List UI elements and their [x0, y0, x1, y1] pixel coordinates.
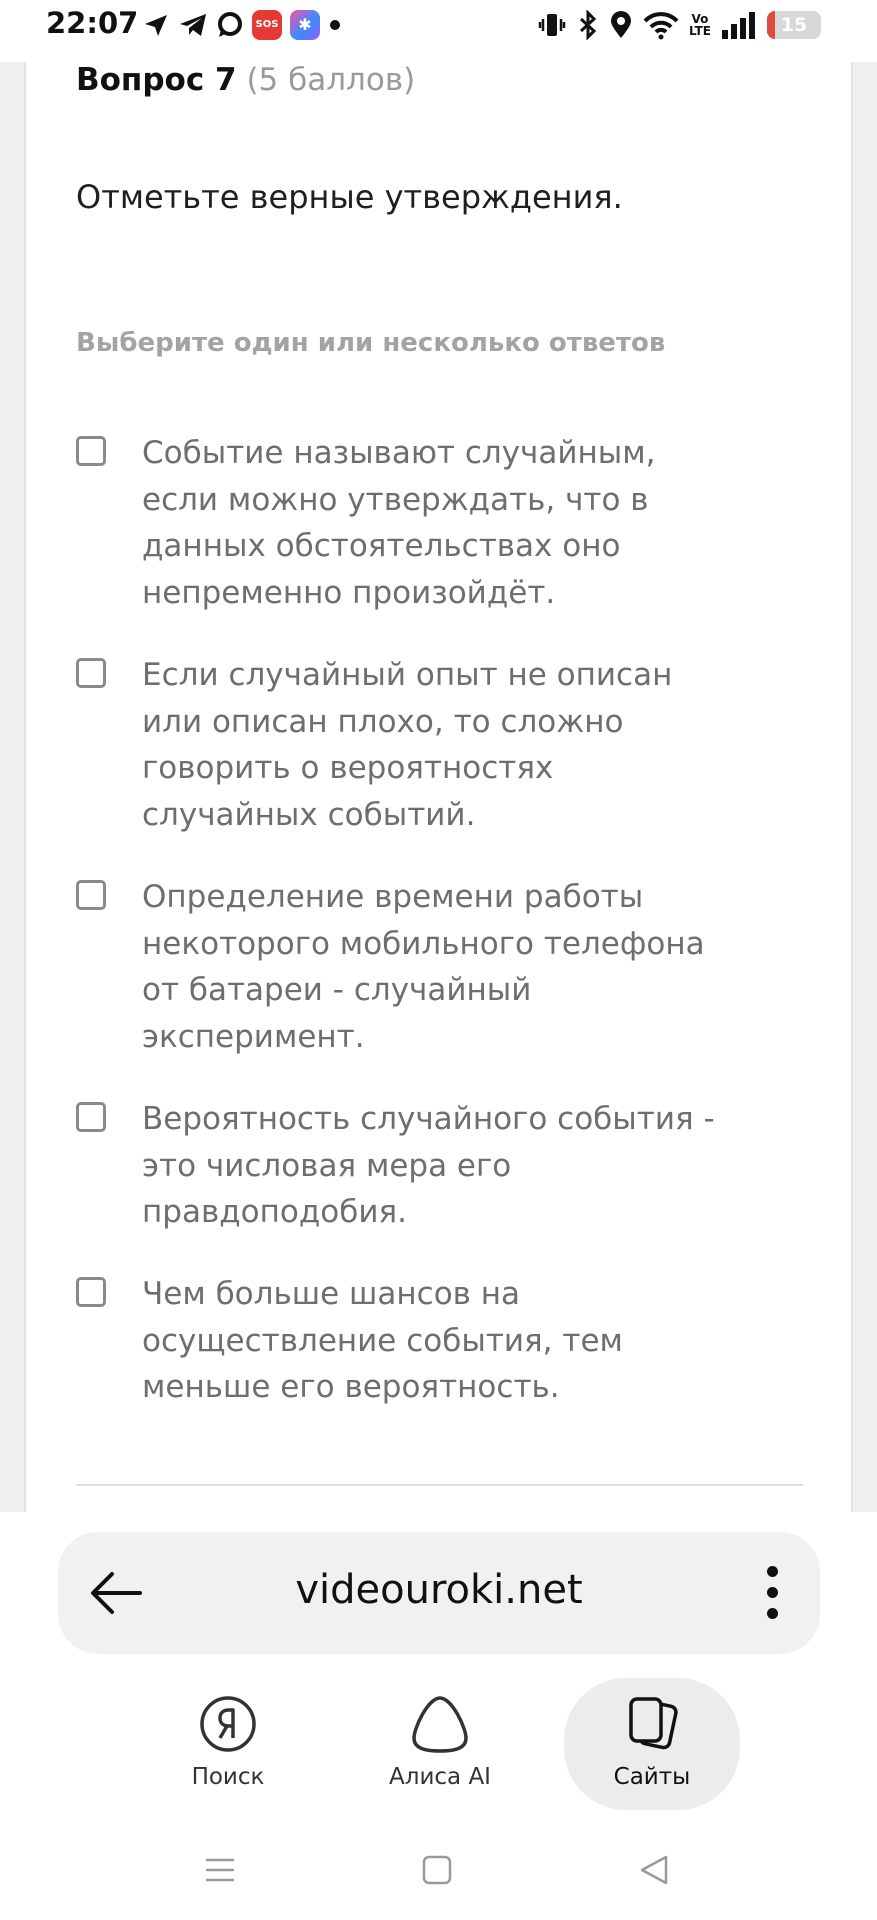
answer-option-label: Чем больше шансов на осуществление событ… — [142, 1276, 623, 1405]
signal-icon — [721, 10, 757, 40]
volte-label-bottom: LTE — [688, 24, 711, 38]
tab-alice[interactable]: Алиса AI — [352, 1678, 528, 1810]
alice-icon — [410, 1694, 470, 1754]
tab-label: Сайты — [613, 1764, 691, 1790]
yandex-search-icon — [198, 1694, 258, 1754]
answer-option-2[interactable]: Если случайный опыт не описан или описан… — [76, 652, 796, 838]
question-text: Отметьте верные утверждения. — [76, 178, 623, 216]
question-points: (5 баллов) — [246, 62, 416, 98]
answer-instruction: Выберите один или несколько ответов — [76, 328, 666, 358]
battery-icon: 15 — [767, 11, 821, 39]
telegram-icon — [178, 11, 208, 39]
answer-checkbox[interactable] — [76, 658, 106, 688]
answer-checkbox[interactable] — [76, 1102, 106, 1132]
browser-nav-tabs: Поиск Алиса AI Сайты — [0, 1678, 877, 1818]
more-vertical-icon[interactable] — [764, 1566, 780, 1620]
menu-lines-icon[interactable] — [204, 1854, 236, 1890]
vibrate-icon — [537, 10, 567, 40]
question-title: Вопрос 7 (5 баллов) — [76, 62, 415, 98]
card-divider — [76, 1484, 803, 1486]
status-notification-icons: SOS ✱ — [142, 8, 342, 42]
navigation-arrow-icon — [142, 11, 170, 39]
wifi-icon — [643, 10, 679, 40]
answer-option-label: Если случайный опыт не описан или описан… — [142, 657, 673, 833]
tab-search[interactable]: Поиск — [140, 1678, 316, 1810]
answer-option-label: Событие называют случайным, если можно у… — [142, 435, 656, 611]
bluetooth-icon — [577, 10, 599, 40]
answer-checkbox[interactable] — [76, 1277, 106, 1307]
more-dot-icon — [328, 11, 342, 39]
answer-option-label: Определение времени работы некоторого мо… — [142, 879, 705, 1055]
answer-option-4[interactable]: Вероятность случайного события - это чис… — [76, 1096, 796, 1236]
tab-sites[interactable]: Сайты — [564, 1678, 740, 1810]
volte-icon: Vo LTE — [689, 13, 711, 37]
browser-bottom-panel: videouroki.net Поиск Алиса AI Сайты — [0, 1512, 877, 1920]
answer-option-1[interactable]: Событие называют случайным, если можно у… — [76, 430, 796, 616]
battery-level: 15 — [780, 14, 808, 36]
tab-label: Поиск — [191, 1764, 265, 1790]
sos-app-icon: SOS — [252, 10, 282, 40]
question-card: Вопрос 7 (5 баллов) Отметьте верные утве… — [24, 62, 853, 1512]
answer-checkbox[interactable] — [76, 436, 106, 466]
status-system-icons: Vo LTE 15 — [537, 8, 821, 42]
address-bar[interactable]: videouroki.net — [58, 1532, 820, 1654]
sites-cards-icon — [622, 1694, 682, 1754]
back-triangle-icon[interactable] — [638, 1854, 670, 1890]
location-icon — [609, 10, 633, 40]
status-bar: 22:07 SOS ✱ Vo LTE 15 — [0, 0, 877, 62]
tab-label: Алиса AI — [389, 1764, 491, 1790]
status-time: 22:07 — [46, 6, 139, 40]
flower-app-icon: ✱ — [290, 10, 320, 40]
question-number: Вопрос 7 — [76, 62, 237, 98]
answer-option-label: Вероятность случайного события - это чис… — [142, 1101, 715, 1230]
chat-bubble-icon — [216, 11, 244, 39]
answer-option-5[interactable]: Чем больше шансов на осуществление событ… — [76, 1271, 796, 1411]
home-square-icon[interactable] — [421, 1854, 453, 1890]
answer-option-3[interactable]: Определение времени работы некоторого мо… — [76, 874, 796, 1060]
back-arrow-icon[interactable] — [88, 1568, 144, 1622]
answer-checkbox[interactable] — [76, 880, 106, 910]
url-text[interactable]: videouroki.net — [198, 1567, 680, 1613]
system-navigation-bar — [0, 1850, 877, 1910]
